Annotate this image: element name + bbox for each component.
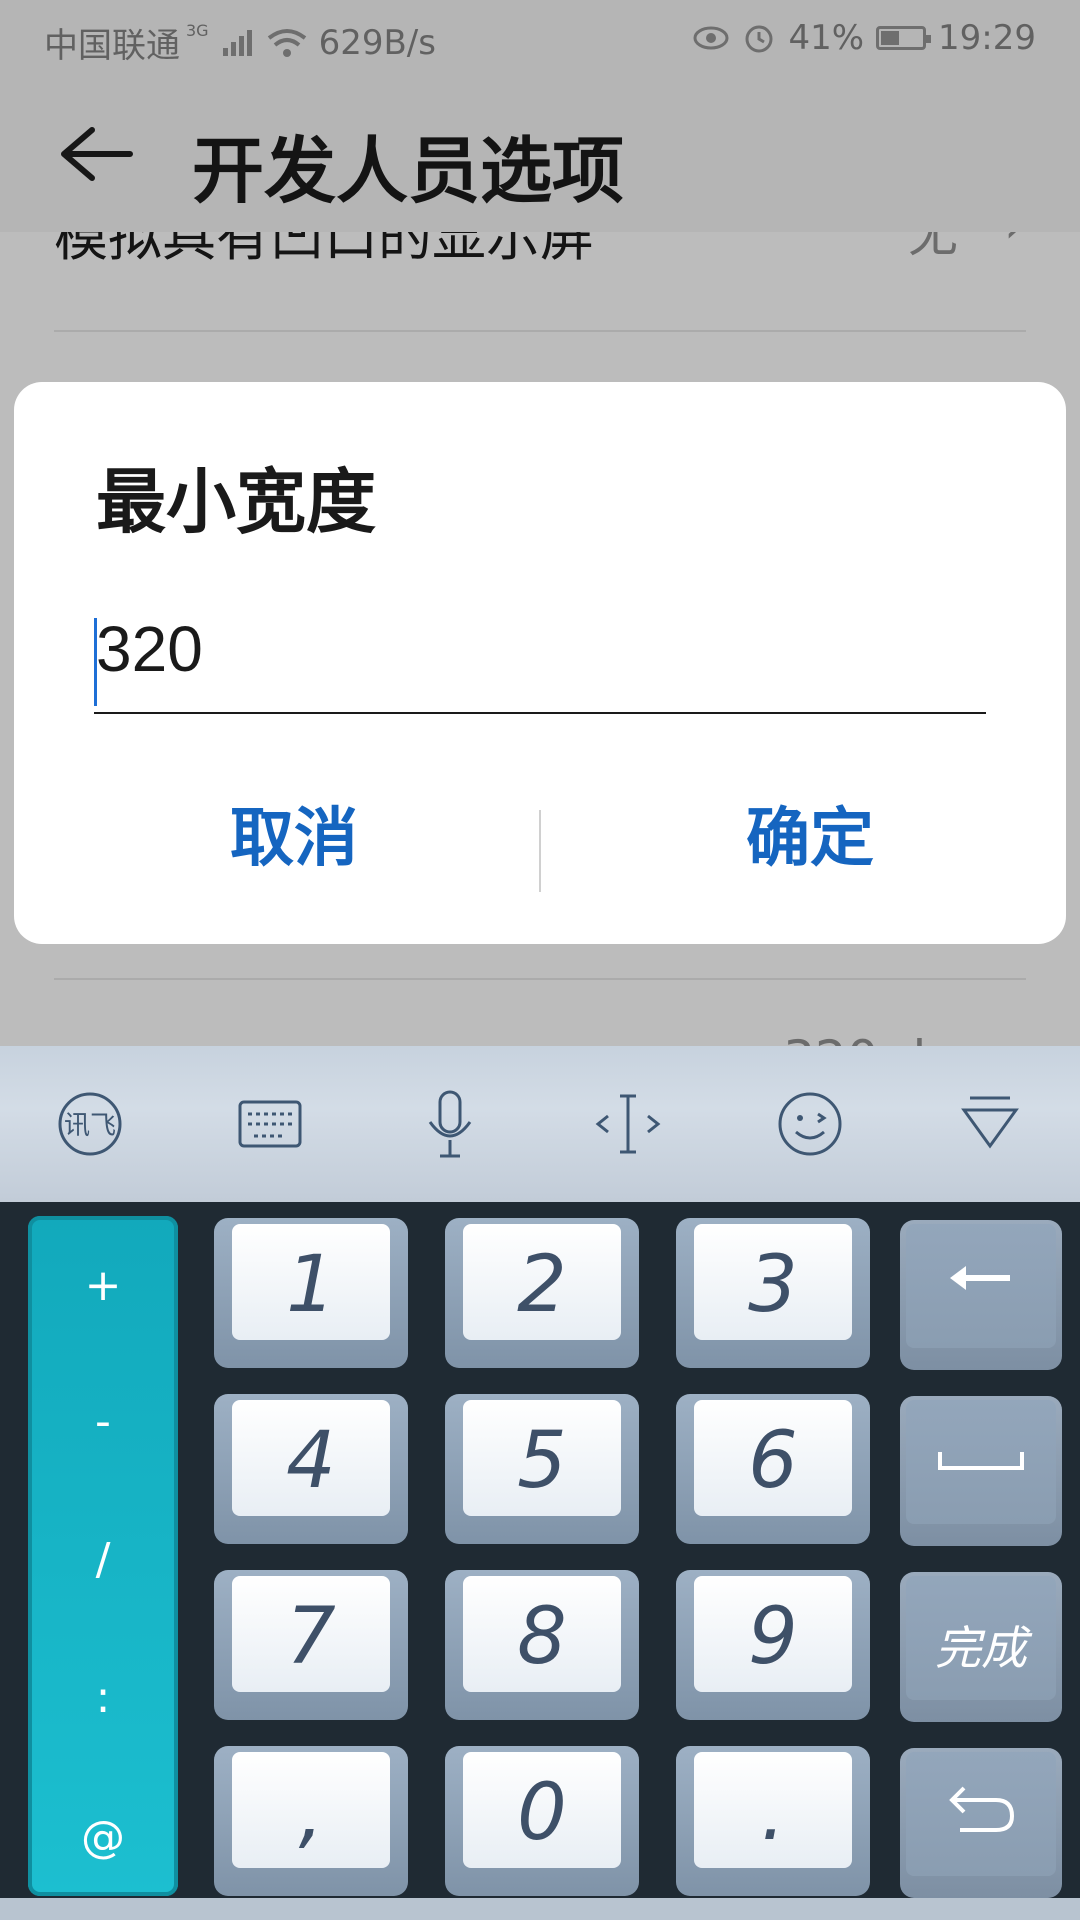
key-0[interactable]: 0 bbox=[445, 1746, 639, 1896]
cursor-move-icon[interactable] bbox=[588, 1084, 668, 1164]
space-icon bbox=[938, 1452, 1024, 1470]
button-divider bbox=[539, 810, 541, 892]
key-6[interactable]: 6 bbox=[676, 1394, 870, 1544]
key-8[interactable]: 8 bbox=[445, 1570, 639, 1720]
symbol-key-minus[interactable]: - bbox=[28, 1396, 178, 1447]
key-2[interactable]: 2 bbox=[445, 1218, 639, 1368]
symbol-key-colon[interactable]: : bbox=[28, 1672, 178, 1723]
xunfei-logo-icon[interactable]: 讯飞 bbox=[50, 1084, 130, 1164]
keyboard-icon[interactable] bbox=[230, 1084, 310, 1164]
key-7[interactable]: 7 bbox=[214, 1570, 408, 1720]
key-3[interactable]: 3 bbox=[676, 1218, 870, 1368]
symbol-key-at[interactable]: @ bbox=[28, 1812, 178, 1863]
key-period[interactable]: . bbox=[676, 1746, 870, 1896]
svg-text:讯飞: 讯飞 bbox=[64, 1111, 116, 1141]
min-width-dialog: 最小宽度 320 取消 确定 bbox=[14, 382, 1066, 944]
input-value: 320 bbox=[96, 613, 203, 685]
space-key[interactable] bbox=[900, 1396, 1062, 1546]
collapse-keyboard-icon[interactable] bbox=[950, 1084, 1030, 1164]
ok-button[interactable]: 确定 bbox=[600, 794, 1020, 884]
return-arrow-icon bbox=[949, 1786, 1015, 1832]
symbol-column[interactable]: + - / : @ bbox=[28, 1216, 178, 1896]
microphone-icon[interactable] bbox=[410, 1084, 490, 1164]
keyboard-bottom-edge bbox=[0, 1898, 1080, 1920]
backspace-key[interactable] bbox=[900, 1220, 1062, 1370]
key-5[interactable]: 5 bbox=[445, 1394, 639, 1544]
emoji-icon[interactable] bbox=[770, 1084, 850, 1164]
done-label: 完成 bbox=[935, 1621, 1027, 1675]
cancel-button[interactable]: 取消 bbox=[84, 794, 504, 884]
key-9[interactable]: 9 bbox=[676, 1570, 870, 1720]
symbol-key-plus[interactable]: + bbox=[28, 1260, 178, 1311]
keyboard-toolbar: 讯飞 bbox=[0, 1046, 1080, 1202]
enter-key[interactable] bbox=[900, 1748, 1062, 1898]
key-4[interactable]: 4 bbox=[214, 1394, 408, 1544]
symbol-key-slash[interactable]: / bbox=[28, 1534, 178, 1585]
key-comma[interactable]: , bbox=[214, 1746, 408, 1896]
done-key[interactable]: 完成 bbox=[900, 1572, 1062, 1722]
key-1[interactable]: 1 bbox=[214, 1218, 408, 1368]
dialog-title: 最小宽度 bbox=[96, 461, 376, 543]
backspace-icon bbox=[950, 1266, 1010, 1290]
min-width-input[interactable]: 320 bbox=[94, 602, 986, 714]
